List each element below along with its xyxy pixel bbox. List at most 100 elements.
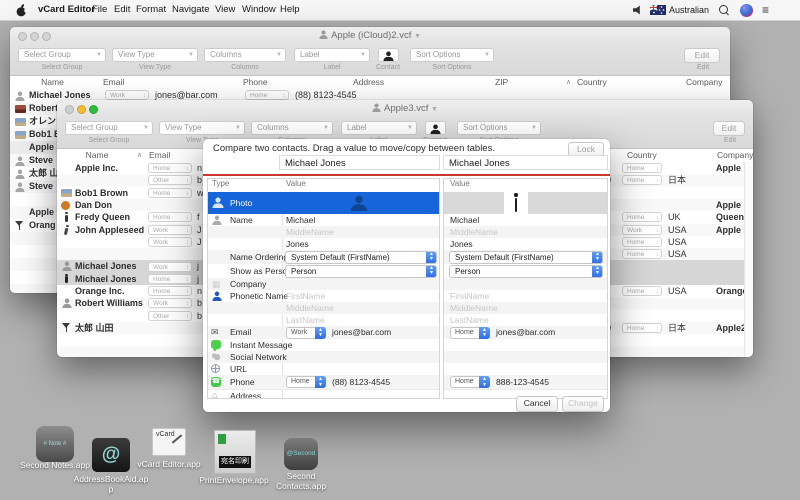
phone-value[interactable]: (88) 8123-4545 xyxy=(332,376,390,388)
url-row[interactable] xyxy=(444,363,607,375)
first-name-value[interactable]: Michael xyxy=(286,214,315,226)
country-label-popup[interactable]: Home ↕ xyxy=(622,175,662,186)
select-group-dropdown[interactable]: Select Group ▼ xyxy=(18,48,106,62)
country-label-popup[interactable]: Home ↕ xyxy=(622,236,662,247)
email-label-popup[interactable]: Home ▲ ▼ xyxy=(450,326,490,339)
view-type-dropdown[interactable]: View Type ▼ xyxy=(112,48,198,62)
col-company[interactable]: Company xyxy=(686,76,722,89)
edit-button[interactable]: Edit xyxy=(713,121,745,136)
col-country[interactable]: Country xyxy=(627,149,657,162)
vertical-scrollbar[interactable] xyxy=(744,162,753,357)
country-label-popup[interactable]: Home ↕ xyxy=(622,249,662,260)
social-network-row[interactable] xyxy=(444,351,607,363)
phonetic-middle-row[interactable]: MiddleName xyxy=(444,302,607,314)
apple-logo-icon[interactable] xyxy=(16,4,28,17)
contact-button[interactable] xyxy=(378,48,399,62)
desktop-icon-second-contacts[interactable]: @Second xyxy=(284,438,318,470)
cancel-button[interactable]: Cancel xyxy=(516,396,558,412)
country-label-popup[interactable]: Home ↕ xyxy=(622,323,662,334)
phonetic-first-row[interactable]: Phonetic Name FirstName xyxy=(208,290,439,302)
email-label-popup[interactable]: Work ↕ xyxy=(148,236,192,247)
sort-options-dropdown[interactable]: Sort Options ▼ xyxy=(457,121,541,135)
volume-icon[interactable] xyxy=(633,5,640,15)
col-email[interactable]: Email xyxy=(103,76,124,89)
last-name-row[interactable]: Jones xyxy=(444,238,607,250)
col-address[interactable]: Address xyxy=(353,76,384,89)
titlebar[interactable]: Apple (iCloud)2.vcf ▼ xyxy=(10,27,730,45)
phone-value[interactable]: 888-123-4545 xyxy=(496,376,549,388)
col-email[interactable]: Email xyxy=(149,149,170,162)
country-label-popup[interactable]: Home ↕ xyxy=(622,212,662,223)
phonetic-last-placeholder[interactable]: LastName xyxy=(450,314,489,326)
phonetic-middle-placeholder[interactable]: MiddleName xyxy=(286,302,334,314)
desktop-icon-second-notes[interactable]: # Note # xyxy=(36,426,74,462)
menu-app-name[interactable]: vCard Editor xyxy=(38,0,95,20)
col-zip[interactable]: ZIP xyxy=(495,76,508,89)
menu-help[interactable]: Help xyxy=(280,0,300,20)
name-ordering-row[interactable]: Name Ordering System Default (FirstName)… xyxy=(208,250,439,264)
desktop-icon-addressbookaid[interactable]: @ xyxy=(92,438,130,472)
phonetic-last-row[interactable]: LastName xyxy=(208,314,439,326)
email-label-popup[interactable]: Other ↕ xyxy=(148,310,192,321)
menu-navigate[interactable]: Navigate xyxy=(172,0,210,20)
email-label-popup[interactable]: Work ▲ ▼ xyxy=(286,326,326,339)
col-company[interactable]: Company xyxy=(717,149,753,162)
menu-view[interactable]: View xyxy=(215,0,235,20)
email-value[interactable]: jones@bar.com xyxy=(496,326,555,338)
phone-label-popup[interactable]: Home ▲ ▼ xyxy=(450,376,490,388)
photo-row[interactable] xyxy=(444,192,607,214)
company-row[interactable]: ▦ Company xyxy=(208,278,439,290)
name-ordering-select[interactable]: System Default (FirstName) ▲ ▼ xyxy=(285,250,437,264)
label-dropdown[interactable]: Label ▼ xyxy=(341,121,417,135)
phonetic-first-row[interactable]: FirstName xyxy=(444,290,607,302)
column-header-row[interactable]: Name Email Phone Address ZIP ∧ Country C… xyxy=(10,76,730,90)
show-as-row[interactable]: Person ▲ ▼ xyxy=(444,264,607,278)
col-name[interactable]: Name xyxy=(10,76,95,89)
col-country[interactable]: Country xyxy=(577,76,607,89)
email-label-popup[interactable]: Home ↕ xyxy=(148,273,192,284)
siri-icon[interactable] xyxy=(740,3,753,17)
phonetic-last-row[interactable]: LastName xyxy=(444,314,607,326)
edit-button[interactable]: Edit xyxy=(684,48,720,63)
phonetic-first-placeholder[interactable]: FirstName xyxy=(286,290,325,302)
phone-row[interactable]: ☎ Phone Home ▲ ▼ (88) 8123-4545 xyxy=(208,375,439,389)
phonetic-last-placeholder[interactable]: LastName xyxy=(286,314,325,326)
email-row[interactable]: ✉ Email Work ▲ ▼ jones@bar.com xyxy=(208,326,439,339)
view-type-dropdown[interactable]: View Type ▼ xyxy=(159,121,245,135)
notification-center-icon[interactable]: ≡ xyxy=(762,4,769,16)
first-name-value[interactable]: Michael xyxy=(450,214,479,226)
address-row[interactable]: ⌂ Address xyxy=(208,389,439,398)
menu-file[interactable]: File xyxy=(92,0,107,20)
email-value[interactable]: jones@bar.com xyxy=(332,326,391,338)
col-name[interactable]: Name xyxy=(57,149,137,162)
select-group-dropdown[interactable]: Select Group ▼ xyxy=(65,121,153,135)
spotlight-search-icon[interactable] xyxy=(719,5,728,14)
col-phone[interactable]: Phone xyxy=(243,76,268,89)
phone-label-popup[interactable]: Home ↕ xyxy=(245,90,289,101)
show-as-select[interactable]: Person ▲ ▼ xyxy=(285,264,437,278)
name-row[interactable]: Michael xyxy=(444,214,607,226)
show-as-row[interactable]: Show as Person Person ▲ ▼ xyxy=(208,264,439,278)
instant-message-row[interactable]: Instant Message xyxy=(208,339,439,352)
email-label-popup[interactable]: Home ↕ xyxy=(148,286,192,297)
email-row[interactable]: Home ▲ ▼ jones@bar.com xyxy=(444,326,607,339)
social-network-row[interactable]: Social Network xyxy=(208,351,439,363)
columns-dropdown[interactable]: Columns ▼ xyxy=(251,121,333,135)
country-label-popup[interactable]: Home ↕ xyxy=(622,286,662,297)
desktop-icon-printenvelope[interactable]: 宛名印刷 xyxy=(214,430,256,474)
desktop-icon-vcard-editor[interactable]: vCard xyxy=(152,428,186,456)
url-row[interactable]: URL xyxy=(208,363,439,375)
phonetic-middle-placeholder[interactable]: MiddleName xyxy=(450,302,498,314)
columns-dropdown[interactable]: Columns ▼ xyxy=(204,48,286,62)
photo-row[interactable]: Photo xyxy=(208,192,439,214)
menu-format[interactable]: Format xyxy=(136,0,166,20)
email-label-popup[interactable]: Home ↕ xyxy=(148,187,192,198)
middle-name-row[interactable]: MiddleName xyxy=(444,226,607,238)
titlebar[interactable]: Apple3.vcf ▼ xyxy=(57,100,753,118)
country-label-popup[interactable]: Home ↕ xyxy=(622,163,662,174)
australian-flag-icon[interactable] xyxy=(650,5,666,15)
sort-options-dropdown[interactable]: Sort Options ▼ xyxy=(410,48,494,62)
email-label-popup[interactable]: Home ↕ xyxy=(148,212,192,223)
company-row[interactable] xyxy=(444,278,607,290)
last-name-value[interactable]: Jones xyxy=(286,238,309,250)
